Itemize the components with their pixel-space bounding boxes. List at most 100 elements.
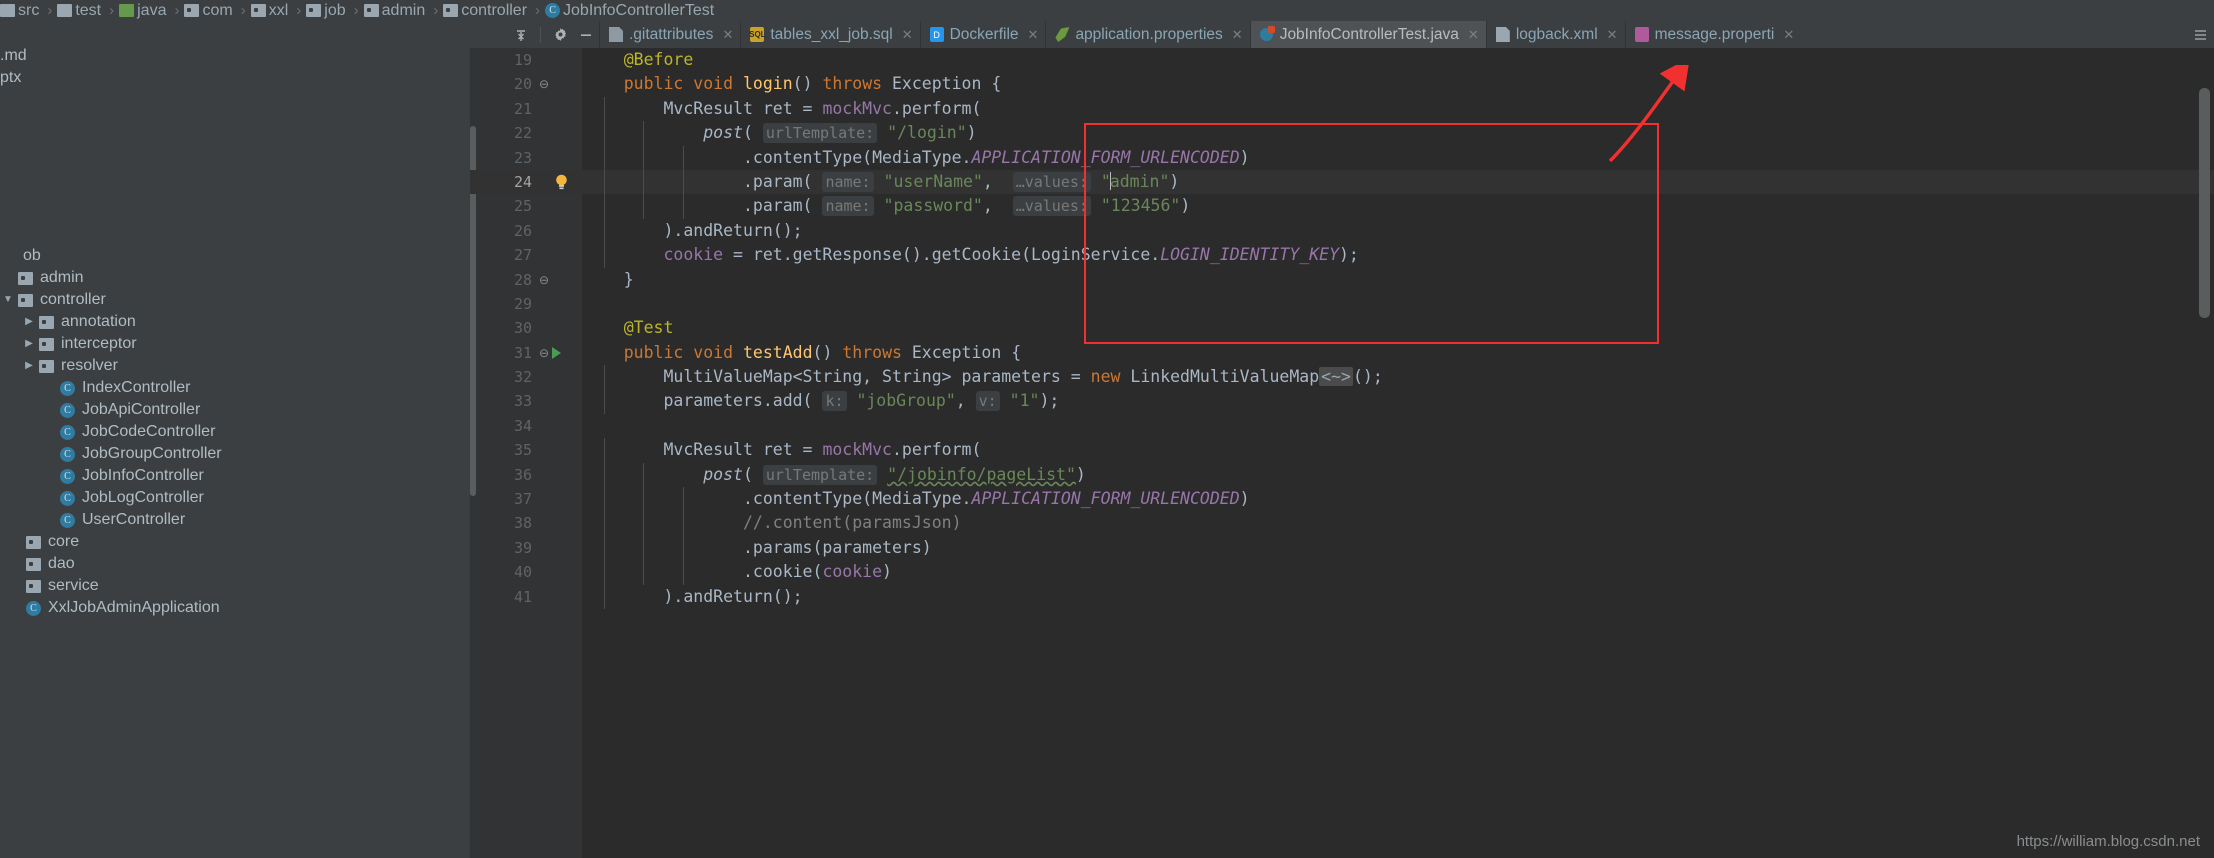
tab-application-properties[interactable]: application.properties ✕ xyxy=(1045,21,1249,48)
close-icon[interactable]: ✕ xyxy=(1468,27,1479,43)
code-line-33[interactable]: 33 parameters.add( k: "jobGroup", v: "1"… xyxy=(470,389,2214,414)
breadcrumb-item-java[interactable]: java xyxy=(119,0,169,21)
sidebar-item-annotation[interactable]: ▶ annotation xyxy=(0,311,222,333)
fold-toggle-icon[interactable]: ⊖ xyxy=(536,341,552,365)
sidebar-item-xxljobadminapplication[interactable]: C XxlJobAdminApplication xyxy=(0,597,222,619)
code-text: public void login() throws Exception { xyxy=(584,72,2214,96)
code-line-34[interactable]: 34 xyxy=(470,414,2214,438)
breadcrumb-item-admin[interactable]: admin xyxy=(363,0,429,21)
code-line-19[interactable]: 19 @Before xyxy=(470,48,2214,72)
code-line-36[interactable]: 36 post( urlTemplate: "/jobinfo/pageList… xyxy=(470,462,2214,488)
code-token: Exception { xyxy=(911,342,1022,362)
breadcrumb-item-xxl[interactable]: xxl xyxy=(250,0,292,21)
list-item[interactable]: .md xyxy=(0,45,27,67)
sidebar-item-joblogcontroller[interactable]: C JobLogController xyxy=(0,487,222,509)
run-test-icon[interactable] xyxy=(552,346,561,359)
code-line-23[interactable]: 23 .contentType(MediaType.APPLICATION_FO… xyxy=(470,145,2214,170)
tabs-overflow-icon[interactable] xyxy=(2188,21,2214,48)
tab-message-properti[interactable]: message.properti ✕ xyxy=(1624,21,1802,48)
fold-toggle-icon[interactable]: ⊖ xyxy=(536,72,552,96)
close-icon[interactable]: ✕ xyxy=(902,27,913,43)
code-line-27[interactable]: 27 cookie = ret.getResponse().getCookie(… xyxy=(470,243,2214,268)
sidebar-item-service[interactable]: service xyxy=(0,575,222,597)
sidebar-item-controller[interactable]: ▼ controller xyxy=(0,289,222,311)
tab-dockerfile[interactable]: D Dockerfile ✕ xyxy=(919,21,1046,48)
code-line-29[interactable]: 29 xyxy=(470,292,2214,316)
sidebar-item-admin[interactable]: admin xyxy=(0,267,222,289)
breadcrumb-item-jobinfocontrollertest[interactable]: C JobInfoControllerTest xyxy=(545,0,717,21)
code-line-21[interactable]: 21 MvcResult ret = mockMvc.perform( xyxy=(470,96,2214,122)
code-line-26[interactable]: 26 ).andReturn(); xyxy=(470,218,2214,244)
code-line-25[interactable]: 25 .param( name: "password", …values: "1… xyxy=(470,194,2214,219)
close-icon[interactable]: ✕ xyxy=(1783,27,1794,43)
code-text: .params(parameters) xyxy=(584,536,2214,560)
list-item-label: ptx xyxy=(0,69,22,86)
code-line-41[interactable]: 41 ).andReturn(); xyxy=(470,584,2214,609)
code-editor[interactable]: 19 @Before 20 ⊖ public void login() throws… xyxy=(470,48,2214,858)
breadcrumb-item-test[interactable]: test xyxy=(57,0,104,21)
close-icon[interactable]: ✕ xyxy=(1232,27,1243,43)
intention-bulb-icon[interactable] xyxy=(554,174,569,191)
sidebar-item-jobapicontroller[interactable]: C JobApiController xyxy=(0,399,222,421)
tab-jobinfocontrollertest-java[interactable]: JobInfoControllerTest.java ✕ xyxy=(1249,21,1486,48)
hide-panel-icon[interactable] xyxy=(573,22,599,48)
code-token: } xyxy=(623,269,634,289)
code-line-40[interactable]: 40 .cookie(cookie) xyxy=(470,560,2214,585)
code-line-37[interactable]: 37 .contentType(MediaType.APPLICATION_FO… xyxy=(470,487,2214,512)
sidebar-item-ob[interactable]: ob xyxy=(0,245,222,267)
editor-vertical-scrollbar[interactable] xyxy=(2199,88,2210,318)
breadcrumb-separator: › xyxy=(240,2,246,19)
sidebar-item-jobinfocontroller[interactable]: C JobInfoController xyxy=(0,465,222,487)
code-line-39[interactable]: 39 .params(parameters) xyxy=(470,535,2214,561)
sidebar-item-label: JobInfoController xyxy=(82,467,204,484)
code-line-32[interactable]: 32 MultiValueMap<String, String> paramet… xyxy=(470,365,2214,390)
sidebar-item-resolver[interactable]: ▶ resolver xyxy=(0,355,222,377)
class-icon: C xyxy=(60,446,75,462)
chevron-right-icon[interactable]: ▶ xyxy=(21,355,37,377)
sidebar-item-label: admin xyxy=(40,269,84,286)
sidebar-item-jobgroupcontroller[interactable]: C JobGroupController xyxy=(0,443,222,465)
class-icon: C xyxy=(60,424,75,440)
chevron-right-icon[interactable]: ▶ xyxy=(21,333,37,355)
sidebar-item-label: XxlJobAdminApplication xyxy=(48,599,220,616)
breadcrumb-item-job[interactable]: job xyxy=(306,0,348,21)
chevron-down-icon[interactable]: ▼ xyxy=(0,289,16,311)
sidebar-item-indexcontroller[interactable]: C IndexController xyxy=(0,377,222,399)
code-line-20[interactable]: 20 ⊖ public void login() throws Exception… xyxy=(470,72,2214,96)
close-icon[interactable]: ✕ xyxy=(722,27,733,43)
code-token: LinkedMultiValueMap xyxy=(1130,367,1320,387)
code-line-38[interactable]: 38 //.content(paramsJson) xyxy=(470,511,2214,536)
tab-logback-xml[interactable]: logback.xml ✕ xyxy=(1485,21,1625,48)
fold-toggle-icon[interactable]: ⊖ xyxy=(536,268,552,292)
code-line-30[interactable]: 30 @Test xyxy=(470,316,2214,340)
close-icon[interactable]: ✕ xyxy=(1028,27,1039,43)
code-lines[interactable]: 19 @Before 20 ⊖ public void login() throws… xyxy=(470,48,2214,609)
tab-tables-xxl-job-sql[interactable]: SQL tables_xxl_job.sql ✕ xyxy=(740,21,919,48)
code-line-24[interactable]: 24 .param( name: "userName", …values: "a… xyxy=(470,169,2214,195)
project-tree-list[interactable]: ob admin ▼ controller ▶ annotation ▶ intercepto… xyxy=(0,245,222,619)
sidebar-item-dao[interactable]: dao xyxy=(0,553,222,575)
close-icon[interactable]: ✕ xyxy=(1607,27,1618,43)
sidebar-item-jobcodecontroller[interactable]: C JobCodeController xyxy=(0,421,222,443)
breadcrumb-item-com[interactable]: com xyxy=(184,0,235,21)
sidebar-item-interceptor[interactable]: ▶ interceptor xyxy=(0,333,222,355)
chevron-right-icon[interactable]: ▶ xyxy=(21,311,37,333)
code-token: .perform( xyxy=(891,98,982,118)
folder-package-icon xyxy=(39,337,54,351)
class-icon: C xyxy=(60,512,75,528)
code-token: = ret.getResponse().getCookie(LoginServi… xyxy=(723,245,1161,265)
code-line-28[interactable]: 28 ⊖ } xyxy=(470,268,2214,292)
code-line-35[interactable]: 35 MvcResult ret = mockMvc.perform( xyxy=(470,438,2214,463)
breadcrumb-item-controller[interactable]: controller xyxy=(443,0,530,21)
tab--gitattributes[interactable]: .gitattributes ✕ xyxy=(599,21,740,48)
code-line-31[interactable]: 31 ⊖ public void testAdd() throws Excepti… xyxy=(470,341,2214,365)
collapse-all-icon[interactable] xyxy=(508,22,534,48)
sidebar-item-usercontroller[interactable]: C UserController xyxy=(0,509,222,531)
code-line-22[interactable]: 22 post( urlTemplate: "/login") xyxy=(470,121,2214,146)
editor-tabs[interactable]: .gitattributes ✕ SQL tables_xxl_job.sql ✕ D Do… xyxy=(599,21,2188,48)
project-tree-panel[interactable]: .md ptx ob admin ▼ controller ▶ annotation ▶ int… xyxy=(0,21,470,858)
gear-icon[interactable] xyxy=(547,22,573,48)
breadcrumb-item-src[interactable]: src xyxy=(0,0,42,21)
sidebar-item-core[interactable]: core xyxy=(0,531,222,553)
list-item[interactable]: ptx xyxy=(0,67,27,89)
